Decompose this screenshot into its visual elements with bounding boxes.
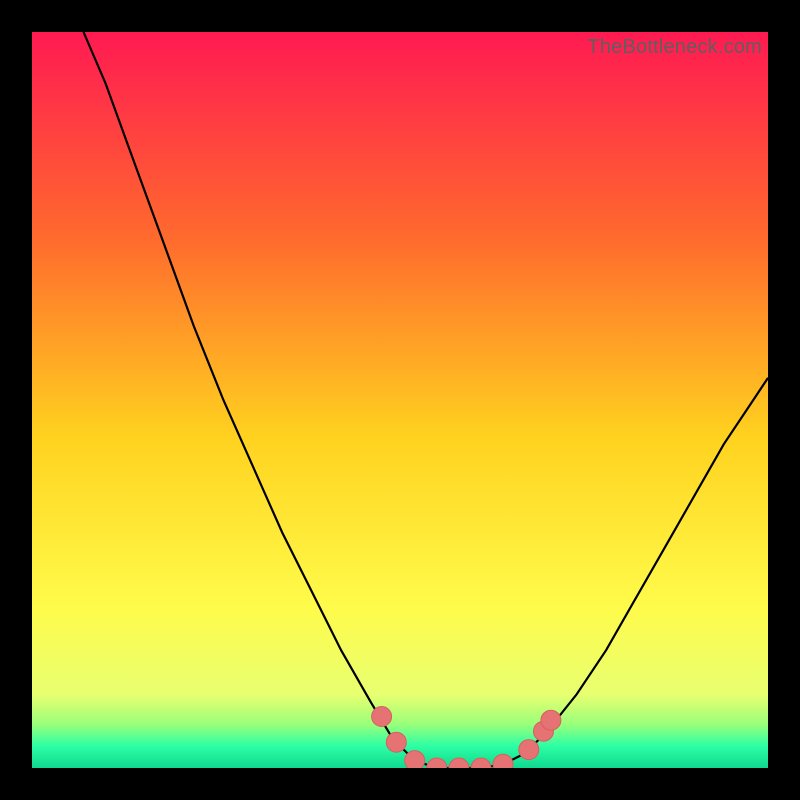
data-marker	[449, 758, 469, 768]
data-marker	[541, 710, 561, 730]
watermark-text: TheBottleneck.com	[587, 36, 762, 59]
data-marker	[519, 740, 539, 760]
data-marker	[372, 707, 392, 727]
bottleneck-curve	[32, 32, 768, 768]
chart-frame: TheBottleneck.com	[32, 32, 768, 768]
data-marker	[405, 751, 425, 768]
data-marker	[471, 758, 491, 768]
data-marker	[427, 758, 447, 768]
data-marker	[386, 732, 406, 752]
data-marker	[493, 754, 513, 768]
